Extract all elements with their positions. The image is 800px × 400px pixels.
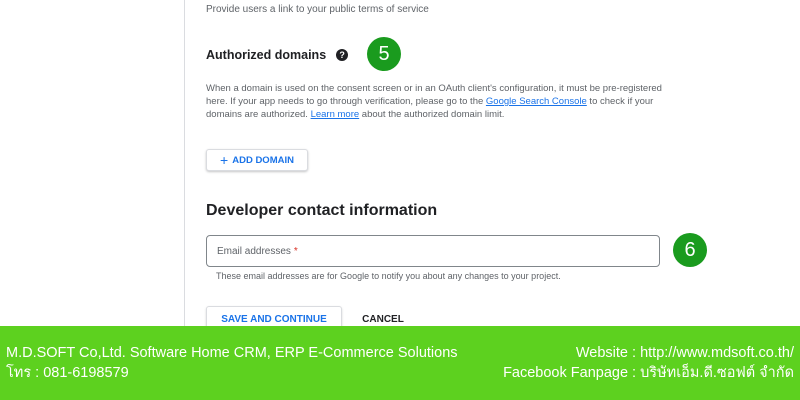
footer-company: M.D.SOFT Co,Ltd. Software Home CRM, ERP … xyxy=(6,345,458,361)
email-placeholder: Email addresses xyxy=(217,245,291,257)
google-search-console-link[interactable]: Google Search Console xyxy=(486,96,587,107)
footer-fanpage: Facebook Fanpage : บริษัทเอ็ม.ดี.ซอฟต์ จ… xyxy=(503,365,794,381)
email-addresses-input[interactable]: Email addresses * xyxy=(206,235,660,267)
add-domain-label: ADD DOMAIN xyxy=(232,154,294,166)
left-gutter xyxy=(0,0,184,326)
footer-website: Website : http://www.mdsoft.co.th/ xyxy=(575,345,794,361)
company-footer-banner: M.D.SOFT Co,Ltd. Software Home CRM, ERP … xyxy=(0,326,800,400)
email-helper-text: These email addresses are for Google to … xyxy=(216,271,561,281)
question-circle-icon[interactable]: ? xyxy=(336,49,349,61)
step-badge-6: 6 xyxy=(673,233,707,267)
terms-helper-text: Provide users a link to your public term… xyxy=(206,4,429,15)
oauth-consent-form: Provide users a link to your public term… xyxy=(185,0,800,332)
learn-more-link[interactable]: Learn more xyxy=(311,109,360,120)
plus-icon: + xyxy=(220,152,229,168)
authorized-domains-title: Authorized domains xyxy=(206,48,327,62)
add-domain-button[interactable]: + ADD DOMAIN xyxy=(206,149,308,171)
footer-row-1: M.D.SOFT Co,Ltd. Software Home CRM, ERP … xyxy=(6,343,794,363)
required-mark: * xyxy=(293,245,298,257)
description-text-3: about the authorized domain limit. xyxy=(359,109,505,120)
authorized-domains-heading: Authorized domains ? xyxy=(206,48,349,62)
step-badge-5: 5 xyxy=(367,37,401,71)
authorized-domains-description: When a domain is used on the consent scr… xyxy=(206,82,676,121)
footer-row-2: โทร : 081-6198579 Facebook Fanpage : บริ… xyxy=(6,363,794,383)
developer-contact-heading: Developer contact information xyxy=(206,202,438,219)
footer-phone: โทร : 081-6198579 xyxy=(6,365,129,381)
